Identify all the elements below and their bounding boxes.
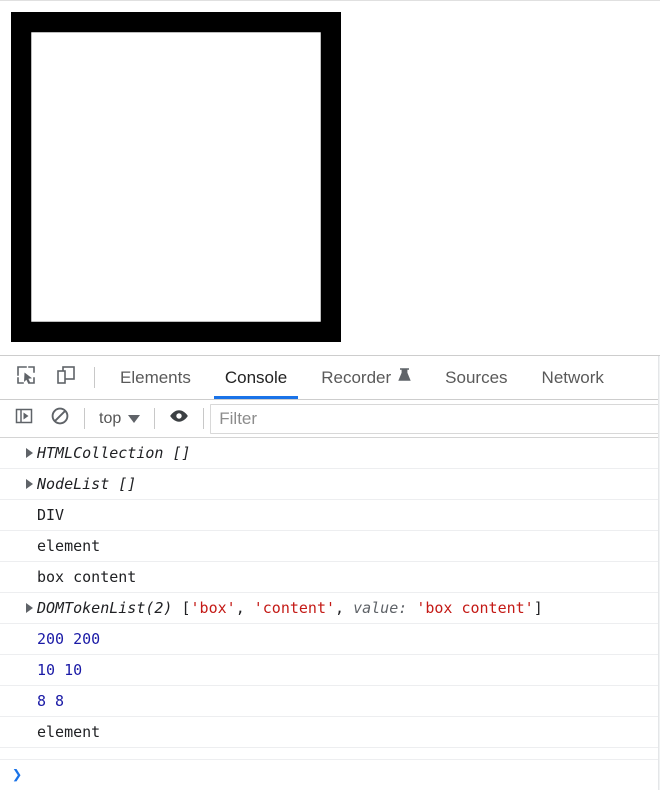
clear-console-icon (50, 406, 70, 431)
tab-elements[interactable]: Elements (103, 356, 208, 399)
devtools-panel: Elements Console Recorder Sources Networ… (0, 355, 660, 790)
expand-arrow-icon[interactable] (26, 479, 33, 489)
controlbar-divider-2 (154, 408, 156, 429)
console-token: 200 200 (37, 630, 101, 648)
console-token: box content (37, 568, 137, 586)
device-toolbar-button[interactable] (46, 356, 86, 399)
console-row-10-10[interactable]: 10 10 (0, 655, 660, 686)
console-sidebar-icon (14, 406, 34, 431)
console-token: ] (533, 599, 543, 617)
console-token: 'content' (253, 599, 336, 617)
filter-input[interactable] (210, 403, 660, 434)
devtools-tabstrip: Elements Console Recorder Sources Networ… (0, 356, 660, 400)
console-token: DIV (37, 506, 65, 524)
tab-label: Console (224, 367, 288, 387)
inspect-element-button[interactable] (6, 356, 46, 399)
console-row-div[interactable]: DIV (0, 500, 660, 531)
console-token: value: (353, 599, 408, 617)
console-token: [ (181, 599, 191, 617)
tab-label: Network (541, 367, 604, 387)
chevron-down-icon (128, 414, 141, 423)
console-control-bar: top (0, 400, 660, 438)
console-token (407, 599, 416, 617)
live-expression-eye-icon (168, 407, 190, 430)
console-token: HTMLCollection [] (37, 444, 191, 462)
console-token: , (335, 599, 354, 617)
box-element (11, 12, 342, 343)
clear-console-button[interactable] (42, 406, 78, 431)
console-sidebar-toggle-button[interactable] (6, 406, 42, 431)
console-token: , (235, 599, 254, 617)
inspect-element-icon (15, 364, 37, 391)
console-prompt-row[interactable]: ❯ (0, 759, 660, 790)
console-token: DOMTokenList(2) (37, 599, 173, 617)
tab-label: Elements (120, 367, 191, 387)
console-token (172, 599, 181, 617)
console-token: element (37, 723, 101, 741)
console-token: 'box content' (416, 599, 534, 617)
execution-context-select[interactable]: top (91, 410, 148, 428)
live-expression-button[interactable] (161, 407, 197, 430)
console-message-list[interactable]: HTMLCollection [] NodeList [] DIV element bo… (0, 438, 660, 759)
expand-arrow-icon[interactable] (26, 603, 33, 613)
tab-label: Sources (445, 367, 508, 387)
execution-context-label: top (99, 409, 122, 427)
page-viewport (0, 0, 660, 355)
console-token: element (37, 537, 101, 555)
expand-arrow-icon[interactable] (26, 448, 33, 458)
console-token: 'box' (190, 599, 236, 617)
console-row-box-content[interactable]: box content (0, 562, 660, 593)
console-row-nodelist[interactable]: NodeList [] (0, 469, 660, 500)
tab-recorder[interactable]: Recorder (304, 356, 428, 399)
tab-network[interactable]: Network (525, 356, 621, 399)
device-toolbar-icon (55, 364, 77, 391)
console-row-htmlcollection[interactable]: HTMLCollection [] (0, 438, 660, 469)
console-token: NodeList [] (37, 475, 137, 493)
console-row-domtokenlist[interactable]: DOMTokenList(2) ['box', 'content', value… (0, 593, 660, 624)
prompt-chevron-icon: ❯ (12, 764, 23, 785)
toolbar-divider (94, 367, 95, 388)
console-token: 10 10 (37, 661, 83, 679)
tab-sources[interactable]: Sources (428, 356, 524, 399)
experiment-flask-icon (398, 367, 411, 388)
console-row-element-1[interactable]: element (0, 531, 660, 562)
tab-label: Recorder (321, 367, 392, 387)
console-row-element-2[interactable]: element (0, 717, 660, 748)
console-row-200-200[interactable]: 200 200 (0, 624, 660, 655)
tab-console[interactable]: Console (208, 356, 304, 399)
console-token: 8 8 (37, 692, 65, 710)
controlbar-divider-1 (84, 408, 85, 429)
console-row-8-8[interactable]: 8 8 (0, 686, 660, 717)
controlbar-divider-3 (203, 408, 205, 429)
